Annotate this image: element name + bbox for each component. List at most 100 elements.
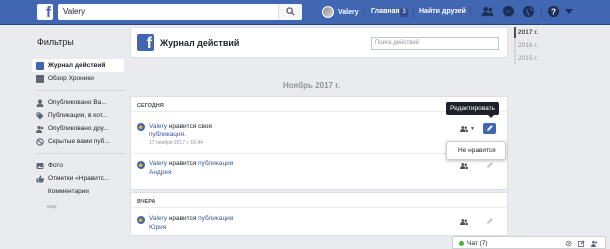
year-indicator	[514, 27, 516, 38]
home-badge: 3	[400, 8, 408, 17]
divider	[541, 7, 542, 18]
chat-label: Чат (7)	[467, 240, 488, 247]
chevron-down-icon[interactable]: ▼	[470, 126, 475, 132]
object-link[interactable]: публикация	[198, 215, 233, 222]
friends-audience-icon[interactable]	[460, 219, 468, 225]
divider	[37, 153, 125, 154]
online-status-dot	[459, 241, 464, 246]
search-button[interactable]	[278, 4, 302, 20]
sidebar-item-label: Журнал действий	[48, 62, 106, 69]
search-icon	[286, 7, 295, 16]
actor-link[interactable]: Valery	[149, 215, 167, 222]
chat-bar[interactable]: Чат (7)	[452, 236, 606, 249]
tag-icon	[36, 112, 44, 119]
sidebar-item-label: Фото	[48, 162, 63, 169]
sidebar-item-your-posts[interactable]: Опубликовано Ва...	[32, 96, 107, 109]
activity-text: Valery нравится публикация	[149, 160, 233, 167]
sidebar-item-photos[interactable]: Фото	[32, 159, 63, 172]
facebook-logo[interactable]: f	[37, 4, 53, 21]
profile-name: Valery	[338, 8, 359, 16]
object-link[interactable]: публикация.	[149, 131, 186, 138]
facebook-icon	[36, 61, 44, 70]
edit-tooltip: Редактировать	[446, 102, 499, 118]
top-navigation-bar: f Valery Valery Главная 3 Найти друзей ?	[0, 0, 610, 25]
messenger-icon[interactable]	[502, 5, 515, 18]
friends-audience-icon[interactable]	[460, 163, 468, 169]
help-icon[interactable]: ?	[547, 5, 560, 18]
activity-text: Valery нравится публикация	[149, 215, 233, 222]
activity-log-header: f Журнал действий Поиск действий	[130, 27, 508, 58]
like-icon	[137, 123, 145, 131]
home-link[interactable]: Главная	[371, 8, 399, 15]
divider	[413, 7, 414, 18]
chevron-down-icon[interactable]	[565, 9, 573, 15]
timeline-icon	[36, 74, 44, 83]
divider	[131, 207, 507, 208]
group-chat-icon[interactable]	[591, 240, 598, 247]
find-friends-link[interactable]: Найти друзей	[419, 8, 466, 15]
subject-link[interactable]: Андрея	[149, 169, 171, 176]
actor-link[interactable]: Valery	[149, 123, 167, 130]
facebook-icon: f	[137, 34, 154, 52]
divider	[364, 7, 365, 18]
sidebar-item-label: Комментарии	[48, 188, 89, 195]
photo-icon	[36, 162, 44, 169]
subject-link[interactable]: Юрия	[149, 224, 166, 231]
settings-icon[interactable]	[565, 240, 572, 247]
globe-icon[interactable]	[522, 5, 535, 18]
activity-section-yesterday: ВЧЕРА Valery нравится публикация Юрия	[130, 192, 508, 236]
like-icon	[137, 161, 145, 169]
more-link[interactable]: еще	[47, 204, 57, 210]
sidebar-item-label: Опубликовано дру...	[48, 125, 109, 132]
year-link-2017[interactable]: 2017 г.	[518, 29, 538, 36]
sidebar-item-activity-log[interactable]: Журнал действий	[32, 59, 124, 72]
activity-verb: нравится своя	[168, 123, 212, 130]
sidebar-item-label: Отметки «Нравитс...	[48, 175, 110, 182]
actor-link[interactable]: Valery	[149, 160, 167, 167]
edit-pencil-icon[interactable]	[483, 160, 496, 171]
sidebar-item-hidden-posts[interactable]: Скрытые вами пуб...	[32, 135, 110, 148]
like-icon	[36, 175, 44, 182]
hidden-icon	[36, 137, 44, 146]
sidebar-item-likes[interactable]: Отметки «Нравитс...	[32, 172, 109, 185]
avatar	[322, 6, 334, 18]
edit-dropdown-menu: Не нравится	[446, 141, 506, 160]
profile-link[interactable]: Valery	[322, 6, 359, 18]
sidebar-item-label: Скрытые вами пуб...	[48, 138, 110, 145]
sidebar-item-others-posts[interactable]: Опубликовано дру...	[32, 122, 109, 135]
month-heading: Ноябрь 2017 г.	[283, 81, 340, 90]
search-field[interactable]: Valery	[58, 4, 302, 20]
sidebar-item-comments[interactable]: Комментарии	[32, 185, 89, 198]
filters-title: Фильтры	[37, 37, 74, 47]
person-icon	[36, 99, 44, 107]
friends-audience-icon[interactable]	[460, 126, 468, 132]
timestamp[interactable]: 17 ноября 2017 г. 16:44	[149, 140, 203, 146]
section-label: ВЧЕРА	[137, 199, 156, 205]
divider	[470, 7, 471, 18]
sidebar-item-label: Опубликовано Ва...	[48, 99, 107, 106]
unlike-menu-item[interactable]: Не нравится	[458, 147, 496, 154]
sidebar-item-tagged-posts[interactable]: Публикации, в кот...	[32, 109, 107, 122]
page-title: Журнал действий	[160, 38, 240, 48]
activity-verb: нравится	[168, 160, 197, 167]
sidebar-item-timeline-review[interactable]: Обзор Хроники	[32, 72, 94, 85]
activity-verb: нравится	[168, 215, 197, 222]
friends-icon	[36, 125, 44, 133]
section-label: СЕГОДНЯ	[137, 103, 164, 109]
new-message-icon[interactable]	[578, 240, 585, 247]
activity-text: Valery нравится своя	[149, 123, 212, 130]
object-link[interactable]: публикация	[198, 160, 233, 167]
like-icon	[137, 216, 145, 224]
year-track	[514, 38, 516, 64]
edit-pencil-icon[interactable]	[483, 123, 496, 134]
divider	[37, 90, 125, 91]
year-link-2015[interactable]: 2015 г.	[518, 55, 538, 62]
sidebar-item-label: Обзор Хроники	[48, 75, 94, 82]
sidebar-item-label: Публикации, в кот...	[48, 112, 108, 119]
edit-pencil-icon[interactable]	[483, 216, 496, 227]
svg-text:?: ?	[551, 6, 556, 16]
year-link-2016[interactable]: 2016 г.	[518, 42, 538, 49]
friends-icon[interactable]	[481, 5, 494, 18]
search-input[interactable]: Valery	[63, 7, 85, 16]
activity-search-input[interactable]: Поиск действий	[371, 37, 499, 50]
